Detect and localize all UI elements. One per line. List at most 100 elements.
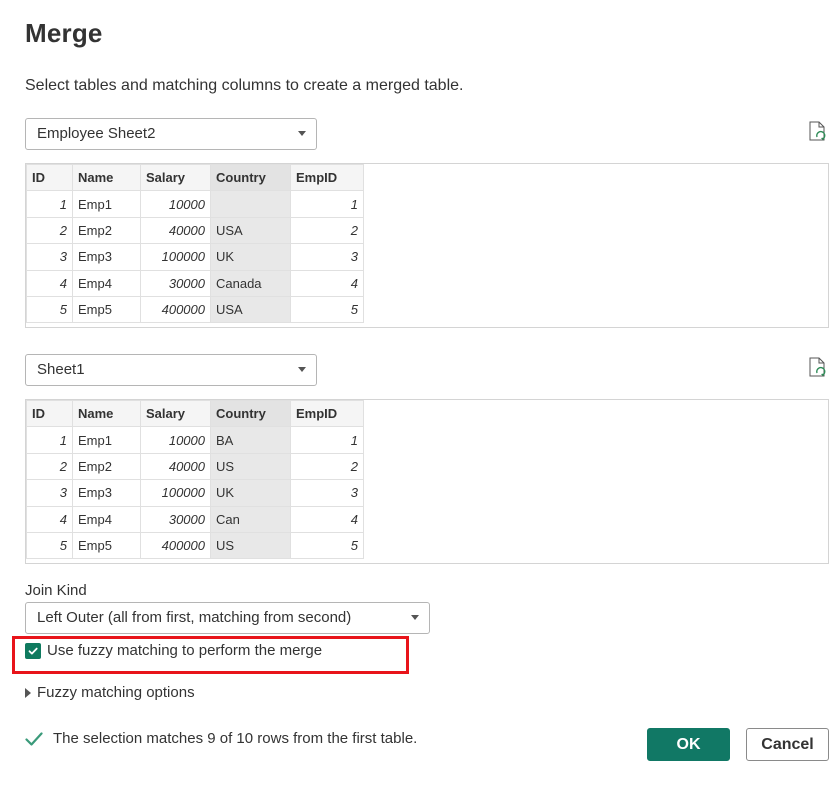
check-icon <box>25 731 43 746</box>
second-table-preview: ID Name Salary Country EmpID 1 Emp1 1000… <box>25 399 829 564</box>
cell-name: Emp4 <box>72 505 141 533</box>
table-row: 5 Emp5 400000 US 5 <box>26 531 364 560</box>
cell-name: Emp1 <box>72 426 141 454</box>
cell-empid: 2 <box>290 452 364 481</box>
cell-id: 5 <box>26 295 73 324</box>
column-header-empid[interactable]: EmpID <box>290 164 364 192</box>
join-kind-select[interactable]: Left Outer (all from first, matching fro… <box>25 602 430 634</box>
cell-name: Emp3 <box>72 243 141 271</box>
column-header-empid[interactable]: EmpID <box>290 400 364 428</box>
second-table-grid: ID Name Salary Country EmpID 1 Emp1 1000… <box>26 400 364 560</box>
cell-empid: 3 <box>290 479 364 507</box>
first-table-select[interactable]: Employee Sheet2 <box>25 118 317 150</box>
table-row: 2 Emp2 40000 US 2 <box>26 452 364 481</box>
cell-country: US <box>210 531 291 560</box>
cell-id: 4 <box>26 269 73 297</box>
cell-id: 2 <box>26 452 73 481</box>
cell-salary: 30000 <box>140 269 211 297</box>
cell-salary: 40000 <box>140 216 211 245</box>
cell-country: US <box>210 452 291 481</box>
cell-name: Emp1 <box>72 190 141 218</box>
column-header-salary[interactable]: Salary <box>140 400 211 428</box>
triangle-right-icon <box>25 687 31 698</box>
second-table-select[interactable]: Sheet1 <box>25 354 317 386</box>
cell-id: 2 <box>26 216 73 245</box>
cell-id: 4 <box>26 505 73 533</box>
table-row: 4 Emp4 30000 Canada 4 <box>26 269 364 297</box>
join-kind-select-value: Left Outer (all from first, matching fro… <box>37 609 352 626</box>
column-header-id[interactable]: ID <box>26 400 73 428</box>
cell-empid: 5 <box>290 295 364 324</box>
table-row: 3 Emp3 100000 UK 3 <box>26 243 364 271</box>
chevron-down-icon <box>411 615 419 620</box>
column-header-salary[interactable]: Salary <box>140 164 211 192</box>
cell-country: UK <box>210 243 291 271</box>
fuzzy-matching-options-label: Fuzzy matching options <box>37 684 195 701</box>
cell-empid: 3 <box>290 243 364 271</box>
ok-button[interactable]: OK <box>647 728 730 761</box>
cell-country: BA <box>210 426 291 454</box>
match-status: The selection matches 9 of 10 rows from … <box>25 730 417 747</box>
column-header-country[interactable]: Country <box>210 164 291 192</box>
table-row: 5 Emp5 400000 USA 5 <box>26 295 364 324</box>
table-row: 1 Emp1 10000 1 <box>26 190 364 218</box>
table-row: 2 Emp2 40000 USA 2 <box>26 216 364 245</box>
cell-id: 1 <box>26 426 73 454</box>
header-row: ID Name Salary Country EmpID <box>26 400 364 428</box>
cell-salary: 400000 <box>140 295 211 324</box>
cell-salary: 100000 <box>140 243 211 271</box>
cell-id: 1 <box>26 190 73 218</box>
first-table-preview: ID Name Salary Country EmpID 1 Emp1 1000… <box>25 163 829 328</box>
cell-country <box>210 190 291 218</box>
table-row: 1 Emp1 10000 BA 1 <box>26 426 364 454</box>
cell-empid: 2 <box>290 216 364 245</box>
cell-name: Emp5 <box>72 295 141 324</box>
fuzzy-matching-options-toggle[interactable]: Fuzzy matching options <box>22 684 195 701</box>
match-status-text: The selection matches 9 of 10 rows from … <box>53 730 418 747</box>
join-kind-label: Join Kind <box>25 582 87 599</box>
cell-name: Emp4 <box>72 269 141 297</box>
cell-id: 5 <box>26 531 73 560</box>
dialog-title: Merge <box>25 18 103 48</box>
cell-country: USA <box>210 295 291 324</box>
fuzzy-matching-label[interactable]: Use fuzzy matching to perform the merge <box>47 642 322 659</box>
fuzzy-matching-checkbox[interactable] <box>25 642 41 659</box>
cell-empid: 5 <box>290 531 364 560</box>
first-table-grid: ID Name Salary Country EmpID 1 Emp1 1000… <box>26 164 364 324</box>
cancel-button[interactable]: Cancel <box>746 728 829 761</box>
column-header-id[interactable]: ID <box>26 164 73 192</box>
cell-country: Canada <box>210 269 291 297</box>
cell-country: Can <box>210 505 291 533</box>
first-table-select-value: Employee Sheet2 <box>37 125 156 142</box>
column-header-name[interactable]: Name <box>72 164 141 192</box>
cell-salary: 10000 <box>140 426 211 454</box>
cell-country: UK <box>210 479 291 507</box>
cell-empid: 4 <box>290 505 364 533</box>
column-header-name[interactable]: Name <box>72 400 141 428</box>
table-row: 4 Emp4 30000 Can 4 <box>26 505 364 533</box>
cell-salary: 100000 <box>140 479 211 507</box>
cell-name: Emp3 <box>72 479 141 507</box>
cell-salary: 40000 <box>140 452 211 481</box>
fuzzy-matching-row: Use fuzzy matching to perform the merge <box>25 642 322 659</box>
header-row: ID Name Salary Country EmpID <box>26 164 364 192</box>
cell-name: Emp5 <box>72 531 141 560</box>
check-icon <box>28 647 38 654</box>
cell-id: 3 <box>26 479 73 507</box>
second-table-select-value: Sheet1 <box>37 361 85 378</box>
cell-id: 3 <box>26 243 73 271</box>
chevron-down-icon <box>298 367 306 372</box>
cell-salary: 400000 <box>140 531 211 560</box>
cell-empid: 1 <box>290 426 364 454</box>
cell-empid: 4 <box>290 269 364 297</box>
cell-salary: 10000 <box>140 190 211 218</box>
cell-name: Emp2 <box>72 452 141 481</box>
file-refresh-icon[interactable] <box>808 357 828 379</box>
cell-country: USA <box>210 216 291 245</box>
cell-name: Emp2 <box>72 216 141 245</box>
dialog-subtitle: Select tables and matching columns to cr… <box>25 77 464 94</box>
chevron-down-icon <box>298 131 306 136</box>
file-refresh-icon[interactable] <box>808 121 828 143</box>
cell-salary: 30000 <box>140 505 211 533</box>
column-header-country[interactable]: Country <box>210 400 291 428</box>
